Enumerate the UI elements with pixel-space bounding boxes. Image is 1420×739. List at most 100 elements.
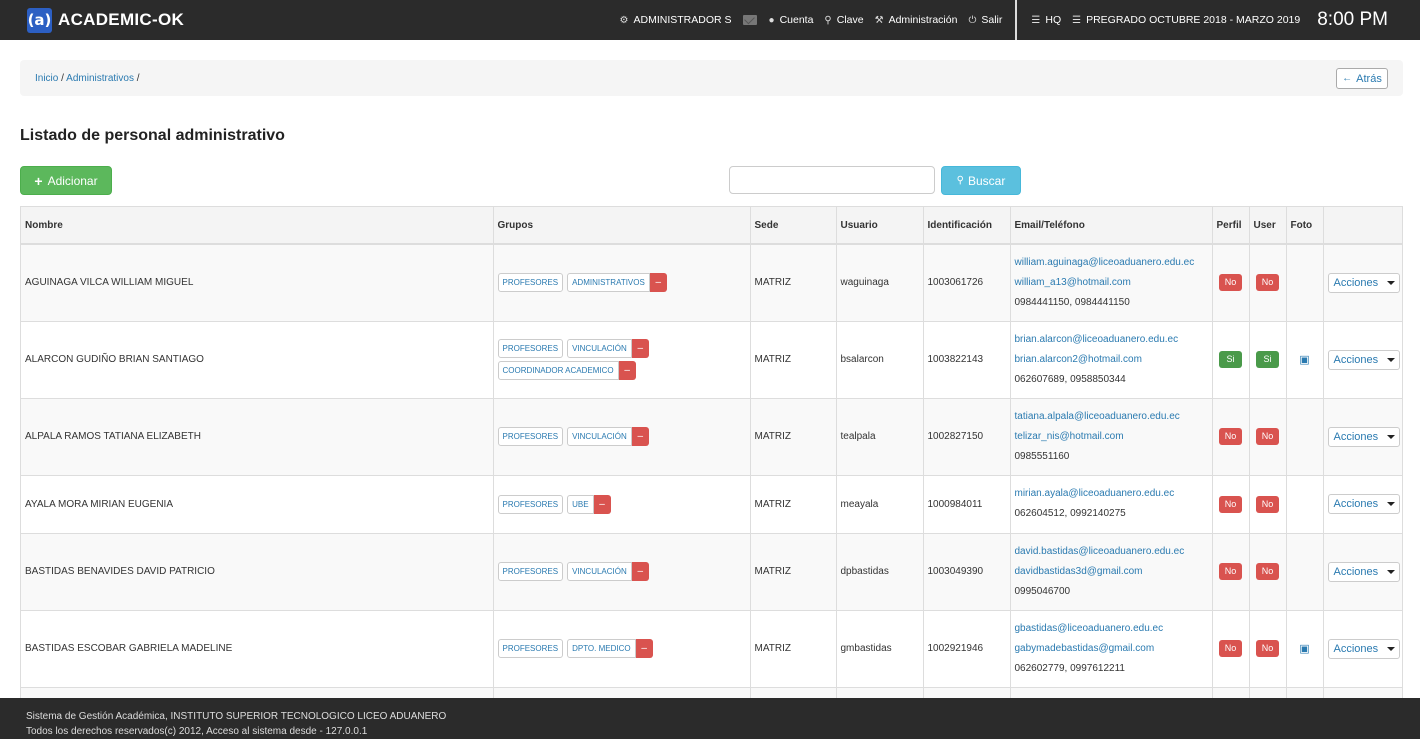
search-icon: ⚲ [956, 175, 964, 186]
breadcrumb-section[interactable]: Administrativos [66, 73, 134, 84]
group-label[interactable]: UBE [567, 494, 594, 514]
group-label[interactable]: VINCULACIÓN [567, 427, 632, 446]
add-button[interactable]: + Adicionar [20, 166, 112, 195]
phone: 062607689, 0958850344 [1014, 373, 1126, 385]
actions-dropdown[interactable]: Acciones [1327, 426, 1400, 447]
remove-group-button[interactable]: – [631, 339, 649, 358]
nav-cuenta[interactable]: ● Cuenta [769, 14, 814, 26]
column-header: Nombre [21, 207, 494, 245]
remove-group-button[interactable]: – [593, 494, 611, 514]
cell-perfil: No [1212, 532, 1250, 610]
group-label[interactable]: COORDINADOR ACADEMICO [497, 361, 619, 380]
cell-acciones: Acciones [1323, 243, 1402, 321]
group-line: PROFESORES VINCULACIÓN – [497, 339, 750, 358]
nav-hq[interactable]: ☰ HQ [1031, 14, 1061, 26]
cell-perfil: No [1212, 243, 1250, 321]
search-button-label: Buscar [967, 173, 1006, 188]
actions-dropdown[interactable]: Acciones [1327, 494, 1400, 514]
search-button[interactable]: ⚲ Buscar [941, 166, 1021, 195]
cell-foto [1286, 243, 1324, 321]
email-line: william.aguinaga@liceoaduanero.edu.ec [1015, 253, 1212, 273]
nav-salir[interactable]: ⏻ Salir [968, 14, 1002, 26]
plus-icon: + [34, 172, 43, 189]
group-label[interactable]: PROFESORES [497, 562, 564, 581]
actions-dropdown[interactable]: Acciones [1327, 638, 1400, 659]
user-menu[interactable]: ⚙ ADMINISTRADOR S [620, 14, 732, 26]
remove-group-button[interactable]: – [618, 361, 636, 380]
app-logo-icon: (a) [27, 7, 52, 33]
email-link[interactable]: gbastidas@liceoaduanero.edu.ec [1015, 623, 1164, 634]
group-tag: VINCULACIÓN – [567, 339, 649, 358]
breadcrumb-home[interactable]: Inicio [35, 73, 58, 84]
actions-dropdown[interactable]: Acciones [1327, 561, 1400, 582]
email-link[interactable]: gabymadebastidas@gmail.com [1015, 643, 1155, 654]
cell-nombre: BASTIDAS BENAVIDES DAVID PATRICIO [21, 532, 494, 610]
email-link[interactable]: david.bastidas@liceoaduanero.edu.ec [1015, 546, 1185, 557]
back-button[interactable]: ← Atrás [1336, 68, 1388, 89]
group-label[interactable]: DPTO. MEDICO [567, 639, 636, 658]
cell-sede: MATRIZ [750, 397, 837, 475]
nav-clave[interactable]: ⚲ Clave [824, 14, 863, 26]
table-row: AGUINAGA VILCA WILLIAM MIGUEL PROFESORES A… [21, 243, 1402, 321]
cell-user: Si [1249, 320, 1287, 398]
actions-label: Acciones [1333, 353, 1379, 366]
group-label[interactable]: PROFESORES [497, 339, 564, 358]
actions-dropdown[interactable]: Acciones [1327, 349, 1400, 370]
remove-group-button[interactable]: – [635, 639, 653, 658]
remove-group-button[interactable]: – [631, 427, 649, 446]
nav-period-label: PREGRADO OCTUBRE 2018 - MARZO 2019 [1086, 14, 1301, 26]
email-link[interactable]: tatiana.alpala@liceoaduanero.edu.ec [1015, 411, 1180, 422]
email-line: brian.alarcon@liceoaduanero.edu.ec [1015, 330, 1212, 350]
cell-grupos: PROFESORES ADMINISTRATIVOS – [493, 243, 751, 321]
group-label[interactable]: ADMINISTRATIVOS [567, 273, 650, 293]
user-badge: No [1256, 495, 1279, 513]
cell-usuario: dpbastidas [836, 532, 924, 610]
email-link[interactable]: telizar_nis@hotmail.com [1015, 431, 1124, 442]
cell-user: No [1249, 397, 1287, 475]
email-link[interactable]: davidbastidas3d@gmail.com [1015, 566, 1143, 577]
brand[interactable]: (a) ACADEMIC-OK [27, 0, 184, 40]
nav-period[interactable]: ☰ PREGRADO OCTUBRE 2018 - MARZO 2019 [1072, 14, 1300, 26]
email-link[interactable]: william_a13@hotmail.com [1015, 277, 1131, 288]
group-label[interactable]: VINCULACIÓN [567, 339, 632, 358]
cell-nombre: AGUINAGA VILCA WILLIAM MIGUEL [21, 243, 494, 321]
perfil-badge: No [1219, 428, 1242, 445]
email-link[interactable]: brian.alarcon@liceoaduanero.edu.ec [1015, 334, 1179, 345]
app-name: ACADEMIC-OK [58, 10, 185, 29]
remove-group-button[interactable]: – [631, 562, 649, 581]
cell-contact [1010, 686, 1213, 698]
cell-acciones: Acciones [1323, 397, 1402, 475]
cell-sede: MATRIZ [750, 474, 837, 533]
users-icon: ⚙ [619, 14, 629, 26]
actions-dropdown[interactable]: Acciones [1327, 272, 1400, 293]
table-row: ALARCON GUDIÑO BRIAN SANTIAGO PROFESORES V… [21, 320, 1402, 398]
group-label[interactable]: PROFESORES [497, 639, 564, 658]
nav-salir-label: Salir [981, 14, 1003, 26]
search-input[interactable] [729, 166, 935, 194]
nav-administracion[interactable]: ⚒ Administración [875, 14, 958, 26]
group-tag: PROFESORES [497, 339, 564, 358]
mail-icon[interactable] [742, 15, 757, 25]
cell-foto [1286, 686, 1324, 698]
perfil-badge: No [1219, 640, 1242, 657]
user-badge: No [1256, 274, 1279, 292]
remove-group-button[interactable]: – [649, 273, 667, 293]
email-link[interactable]: william.aguinaga@liceoaduanero.edu.ec [1015, 257, 1195, 268]
email-link[interactable]: mirian.ayala@liceoaduanero.edu.ec [1015, 488, 1175, 499]
cell-identificacion: 1002921946 [923, 609, 1011, 687]
cell-acciones: Acciones [1323, 609, 1402, 687]
nav-cuenta-label: Cuenta [779, 14, 814, 26]
group-label[interactable]: VINCULACIÓN [567, 562, 632, 581]
group-label[interactable]: PROFESORES [497, 494, 564, 514]
camera-icon[interactable]: ▣ [1299, 643, 1309, 655]
group-label[interactable]: PROFESORES [497, 427, 564, 446]
group-tag: PROFESORES [497, 562, 564, 581]
cell-foto [1286, 532, 1324, 610]
arrow-left-icon: ← [1342, 73, 1353, 84]
camera-icon[interactable]: ▣ [1299, 354, 1309, 366]
group-label[interactable]: PROFESORES [497, 273, 564, 293]
phone: 0995046700 [1014, 585, 1071, 597]
email-link[interactable]: brian.alarcon2@hotmail.com [1015, 354, 1142, 365]
cell-user: No [1249, 474, 1287, 533]
column-header: Identificación [923, 207, 1011, 245]
